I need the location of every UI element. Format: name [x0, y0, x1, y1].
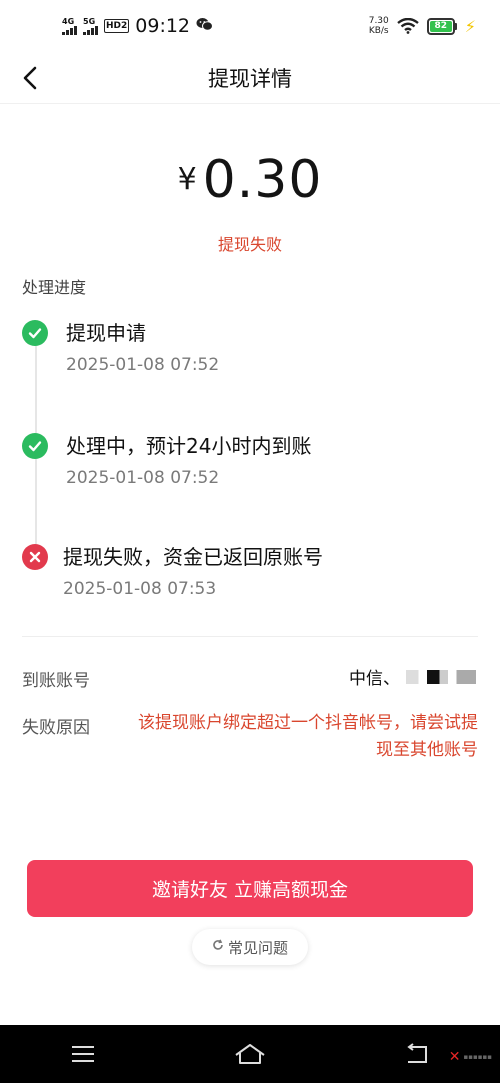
wechat-icon [196, 17, 214, 36]
refresh-icon [212, 939, 224, 955]
masked-account-number [406, 669, 476, 684]
back-icon[interactable] [397, 1039, 437, 1069]
speed-unit: KB/s [368, 26, 389, 36]
reason-label: 失败原因 [22, 718, 90, 738]
battery-level: 82 [429, 20, 452, 32]
page-header: 提现详情 [0, 52, 500, 104]
progress-label: 处理进度 [22, 278, 87, 297]
charging-icon: ⚡ [464, 16, 476, 36]
network-speed: 7.30 KB/s [369, 16, 389, 36]
step-title: 处理中，预计24小时内到账 [66, 434, 312, 458]
close-icon [22, 544, 48, 570]
wifi-icon [397, 18, 419, 34]
account-label: 到账账号 [22, 671, 90, 691]
step-time: 2025-01-08 07:52 [66, 355, 220, 375]
account-bank: 中信、 [349, 669, 400, 689]
divider [22, 636, 478, 637]
network-type-2: 5G [83, 16, 96, 26]
signal-4g-icon: 4G [62, 16, 77, 35]
page-title: 提现详情 [208, 66, 292, 91]
account-value: 中信、 [349, 664, 476, 689]
system-nav-bar: ✕ ▪▪▪▪▪▪ [0, 1025, 500, 1083]
step-time: 2025-01-08 07:52 [66, 468, 220, 488]
status-right: 7.30 KB/s 82 ⚡ [369, 16, 476, 36]
amount-value: 0.30 [202, 150, 323, 210]
step-title: 提现申请 [66, 321, 146, 345]
withdrawal-detail-page: 4G 5G HD2 09:12 7.30 KB/s 82 ⚡ 提现详情 ¥ 0.… [0, 0, 500, 1083]
status-left: 4G 5G HD2 09:12 [62, 15, 214, 37]
signal-5g-icon: 5G [83, 16, 98, 35]
step-time: 2025-01-08 07:53 [63, 579, 217, 599]
withdraw-status: 提现失败 [217, 235, 282, 254]
currency-symbol: ¥ [177, 162, 197, 197]
watermark-logo: ✕ ▪▪▪▪▪▪ [448, 1049, 492, 1065]
menu-icon[interactable] [63, 1039, 103, 1069]
withdraw-amount: ¥0.30 [0, 150, 500, 210]
back-chevron-icon[interactable] [18, 64, 44, 92]
check-icon [22, 433, 48, 459]
faq-label: 常见问题 [227, 938, 288, 957]
step-title: 提现失败，资金已返回原账号 [63, 545, 323, 569]
check-icon [22, 320, 48, 346]
speed-value: 7.30 [368, 16, 389, 26]
invite-friends-button[interactable]: 邀请好友 立赚高额现金 [27, 860, 473, 917]
network-type-1: 4G [62, 16, 75, 26]
failure-reason: 该提现账户绑定超过一个抖音帐号，请尝试提现至其他账号 [138, 713, 478, 760]
clock: 09:12 [135, 15, 191, 37]
faq-button[interactable]: 常见问题 [192, 929, 308, 965]
home-icon[interactable] [230, 1039, 270, 1069]
hd-badge: HD2 [104, 19, 130, 33]
status-bar: 4G 5G HD2 09:12 7.30 KB/s 82 ⚡ [0, 0, 500, 52]
battery-icon: 82 [426, 17, 457, 35]
